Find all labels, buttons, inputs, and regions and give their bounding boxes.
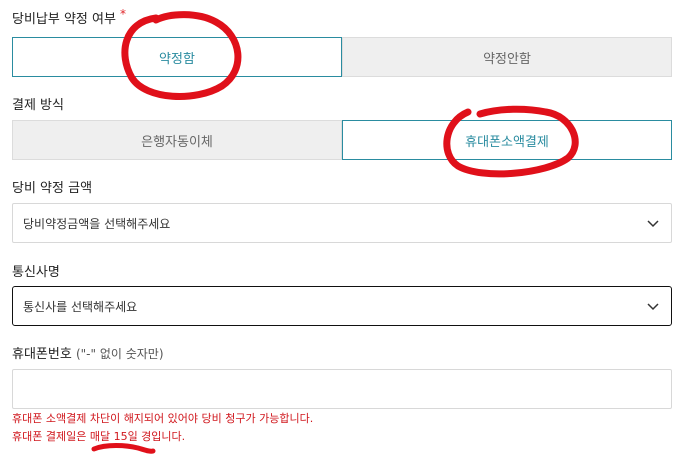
- agreement-label: 당비납부 약정 여부 *: [12, 7, 126, 27]
- agree-yes-button[interactable]: 약정함: [12, 37, 342, 77]
- phone-label-text: 휴대폰번호: [12, 347, 72, 362]
- chevron-down-icon: [647, 303, 659, 311]
- amount-select-value: 당비약정금액을 선택해주세요: [23, 216, 171, 231]
- bank-transfer-button[interactable]: 은행자동이체: [12, 120, 342, 160]
- required-mark: *: [119, 7, 126, 21]
- agree-no-label: 약정안함: [483, 51, 531, 67]
- phone-label: 휴대폰번호 ("-" 없이 숫자만): [12, 343, 164, 362]
- annotation-underline: [91, 443, 156, 454]
- agree-no-button[interactable]: 약정안함: [342, 37, 672, 77]
- mobile-payment-button[interactable]: 휴대폰소액결제: [342, 120, 672, 160]
- agreement-label-text: 당비납부 약정 여부: [12, 12, 116, 27]
- amount-label: 당비 약정 금액: [12, 181, 93, 196]
- carrier-select-value: 통신사를 선택해주세요: [23, 299, 138, 314]
- mobile-payment-label: 휴대폰소액결제: [465, 134, 549, 150]
- bank-transfer-label: 은행자동이체: [141, 134, 213, 150]
- payment-method-label: 결제 방식: [12, 98, 64, 113]
- chevron-down-icon: [647, 220, 659, 228]
- agree-yes-label: 약정함: [159, 51, 195, 67]
- phone-input[interactable]: [12, 369, 672, 409]
- notice-line-2: 휴대폰 결제일은 매달 15일 경입니다.: [12, 430, 186, 443]
- carrier-select[interactable]: 통신사를 선택해주세요: [12, 286, 672, 326]
- phone-hint: ("-" 없이 숫자만): [75, 347, 164, 361]
- notice-line-1: 휴대폰 소액결제 차단이 해지되어 있어야 당비 청구가 가능합니다.: [12, 412, 314, 425]
- amount-select[interactable]: 당비약정금액을 선택해주세요: [12, 203, 672, 243]
- carrier-label: 통신사명: [12, 265, 60, 280]
